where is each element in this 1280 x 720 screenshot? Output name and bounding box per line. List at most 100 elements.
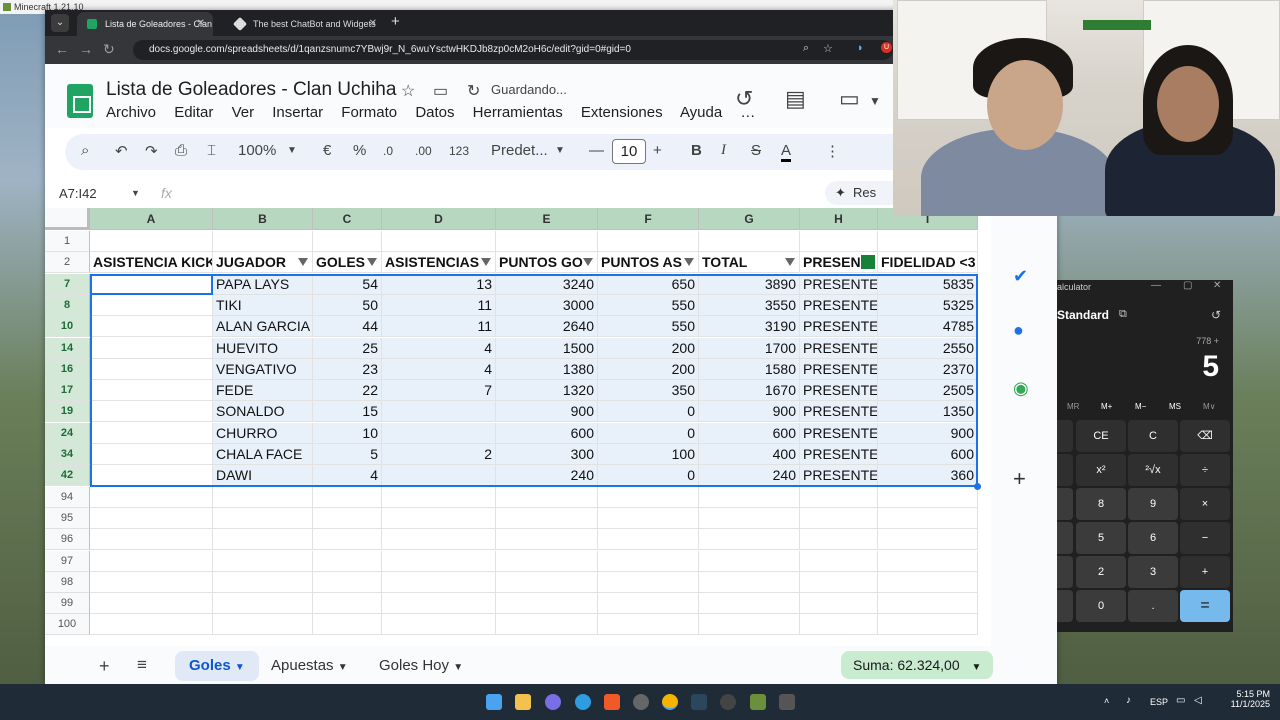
header-cell[interactable]: TOTAL — [699, 252, 800, 274]
table-cell[interactable] — [90, 294, 213, 316]
table-cell[interactable] — [382, 614, 496, 636]
table-cell[interactable] — [800, 231, 878, 252]
table-cell[interactable]: PRESENTE — [800, 337, 878, 359]
table-cell[interactable] — [382, 231, 496, 252]
filter-icon[interactable] — [298, 258, 308, 267]
table-cell[interactable] — [313, 507, 382, 529]
profile-icon[interactable]: U — [881, 42, 892, 53]
sync-icon[interactable]: ↻ — [467, 81, 480, 101]
table-cell[interactable] — [213, 231, 313, 252]
calc-key-square[interactable]: x² — [1076, 454, 1126, 486]
menu-formato[interactable]: Formato — [341, 104, 397, 121]
row-header[interactable]: 34 — [45, 444, 90, 465]
table-cell[interactable] — [699, 486, 800, 508]
clock[interactable]: 5:15 PM 11/1/2025 — [1231, 689, 1270, 709]
row-header[interactable]: 2 — [45, 252, 90, 274]
table-cell[interactable]: 3240 — [496, 273, 598, 295]
comments-icon[interactable]: ▤ — [785, 86, 806, 112]
print-icon[interactable]: ⎙ — [175, 142, 187, 159]
calc-key-reciprocal[interactable] — [1057, 454, 1073, 486]
table-cell[interactable]: 2505 — [878, 380, 978, 402]
table-cell[interactable] — [699, 550, 800, 572]
edge-icon[interactable] — [575, 694, 591, 710]
table-cell[interactable]: 11 — [382, 316, 496, 338]
contacts-icon[interactable]: ● — [1013, 320, 1024, 341]
table-cell[interactable] — [800, 593, 878, 615]
table-cell[interactable] — [598, 231, 699, 252]
table-cell[interactable]: 200 — [598, 358, 699, 380]
name-box-dropdown-icon[interactable]: ▼ — [131, 188, 140, 198]
table-cell[interactable]: 3000 — [496, 294, 598, 316]
menu-ver[interactable]: Ver — [232, 104, 255, 121]
text-color-icon[interactable]: A — [781, 142, 792, 162]
table-cell[interactable] — [90, 614, 213, 636]
table-cell[interactable] — [213, 614, 313, 636]
table-cell[interactable] — [213, 550, 313, 572]
table-cell[interactable] — [90, 507, 213, 529]
filter-icon[interactable] — [481, 258, 491, 267]
decrease-decimals-button[interactable]: .0 — [383, 144, 393, 158]
table-cell[interactable] — [90, 550, 213, 572]
table-cell[interactable]: VENGATIVO — [213, 358, 313, 380]
calc-key-plus[interactable]: + — [1180, 556, 1230, 588]
star-icon[interactable]: ☆ — [401, 81, 415, 101]
table-cell[interactable]: PRESENTE — [800, 444, 878, 465]
table-cell[interactable]: PRESENTE — [800, 380, 878, 402]
table-cell[interactable]: 4 — [382, 358, 496, 380]
table-cell[interactable]: 400 — [699, 444, 800, 465]
table-cell[interactable]: 0 — [598, 401, 699, 423]
tab-sheets[interactable]: Lista de Goleadores - Clan Uchi ✕ — [77, 12, 213, 36]
sheet-tab-dropdown-icon[interactable]: ▼ — [235, 662, 245, 673]
table-cell[interactable] — [699, 593, 800, 615]
calc-key-2[interactable]: 2 — [1076, 556, 1126, 588]
table-cell[interactable]: 23 — [313, 358, 382, 380]
table-cell[interactable] — [699, 571, 800, 593]
table-cell[interactable] — [598, 529, 699, 551]
table-cell[interactable] — [699, 614, 800, 636]
calc-key-decimal[interactable]: . — [1128, 590, 1178, 622]
steam-icon[interactable] — [691, 694, 707, 710]
table-cell[interactable]: CHURRO — [213, 422, 313, 444]
header-cell[interactable]: ASISTENCIA KICK — [90, 252, 213, 274]
memory-subtract[interactable]: M− — [1135, 402, 1146, 411]
table-cell[interactable]: 350 — [598, 380, 699, 402]
memory-add[interactable]: M+ — [1101, 402, 1112, 411]
row-header[interactable]: 19 — [45, 401, 90, 423]
table-cell[interactable]: PAPA LAYS — [213, 273, 313, 295]
table-cell[interactable]: 11 — [382, 294, 496, 316]
table-cell[interactable] — [382, 550, 496, 572]
menu-insertar[interactable]: Insertar — [272, 104, 323, 121]
zoom-dropdown-icon[interactable]: ▼ — [287, 145, 297, 156]
table-cell[interactable] — [878, 529, 978, 551]
table-cell[interactable]: SONALDO — [213, 401, 313, 423]
table-cell[interactable]: 240 — [496, 465, 598, 487]
table-cell[interactable] — [90, 465, 213, 487]
table-cell[interactable] — [90, 337, 213, 359]
calc-key-6[interactable]: 6 — [1128, 522, 1178, 554]
table-cell[interactable] — [90, 529, 213, 551]
column-header-g[interactable]: G — [699, 208, 800, 230]
memory-recall[interactable]: MR — [1067, 402, 1079, 411]
table-cell[interactable]: 2370 — [878, 358, 978, 380]
table-cell[interactable] — [878, 614, 978, 636]
calc-key-3[interactable]: 3 — [1128, 556, 1178, 588]
table-cell[interactable]: 3190 — [699, 316, 800, 338]
table-cell[interactable]: PRESENTE — [800, 401, 878, 423]
filter-icon[interactable] — [684, 258, 694, 267]
table-cell[interactable] — [496, 231, 598, 252]
calc-key-1[interactable] — [1057, 556, 1073, 588]
table-cell[interactable]: PRESENTE — [800, 358, 878, 380]
table-cell[interactable]: CHALA FACE — [213, 444, 313, 465]
chrome-icon[interactable] — [662, 694, 678, 710]
row-header[interactable]: 17 — [45, 380, 90, 402]
filter-icon[interactable] — [583, 258, 593, 267]
column-header-h[interactable]: H — [800, 208, 878, 230]
calc-key-negate[interactable] — [1057, 590, 1073, 622]
header-cell[interactable]: ASISTENCIAS — [382, 252, 496, 274]
calc-key-8[interactable]: 8 — [1076, 488, 1126, 520]
maximize-icon[interactable]: ▢ — [1183, 280, 1192, 291]
table-cell[interactable] — [213, 593, 313, 615]
add-addon-icon[interactable]: + — [1013, 466, 1026, 492]
table-cell[interactable] — [800, 507, 878, 529]
table-cell[interactable]: 54 — [313, 273, 382, 295]
